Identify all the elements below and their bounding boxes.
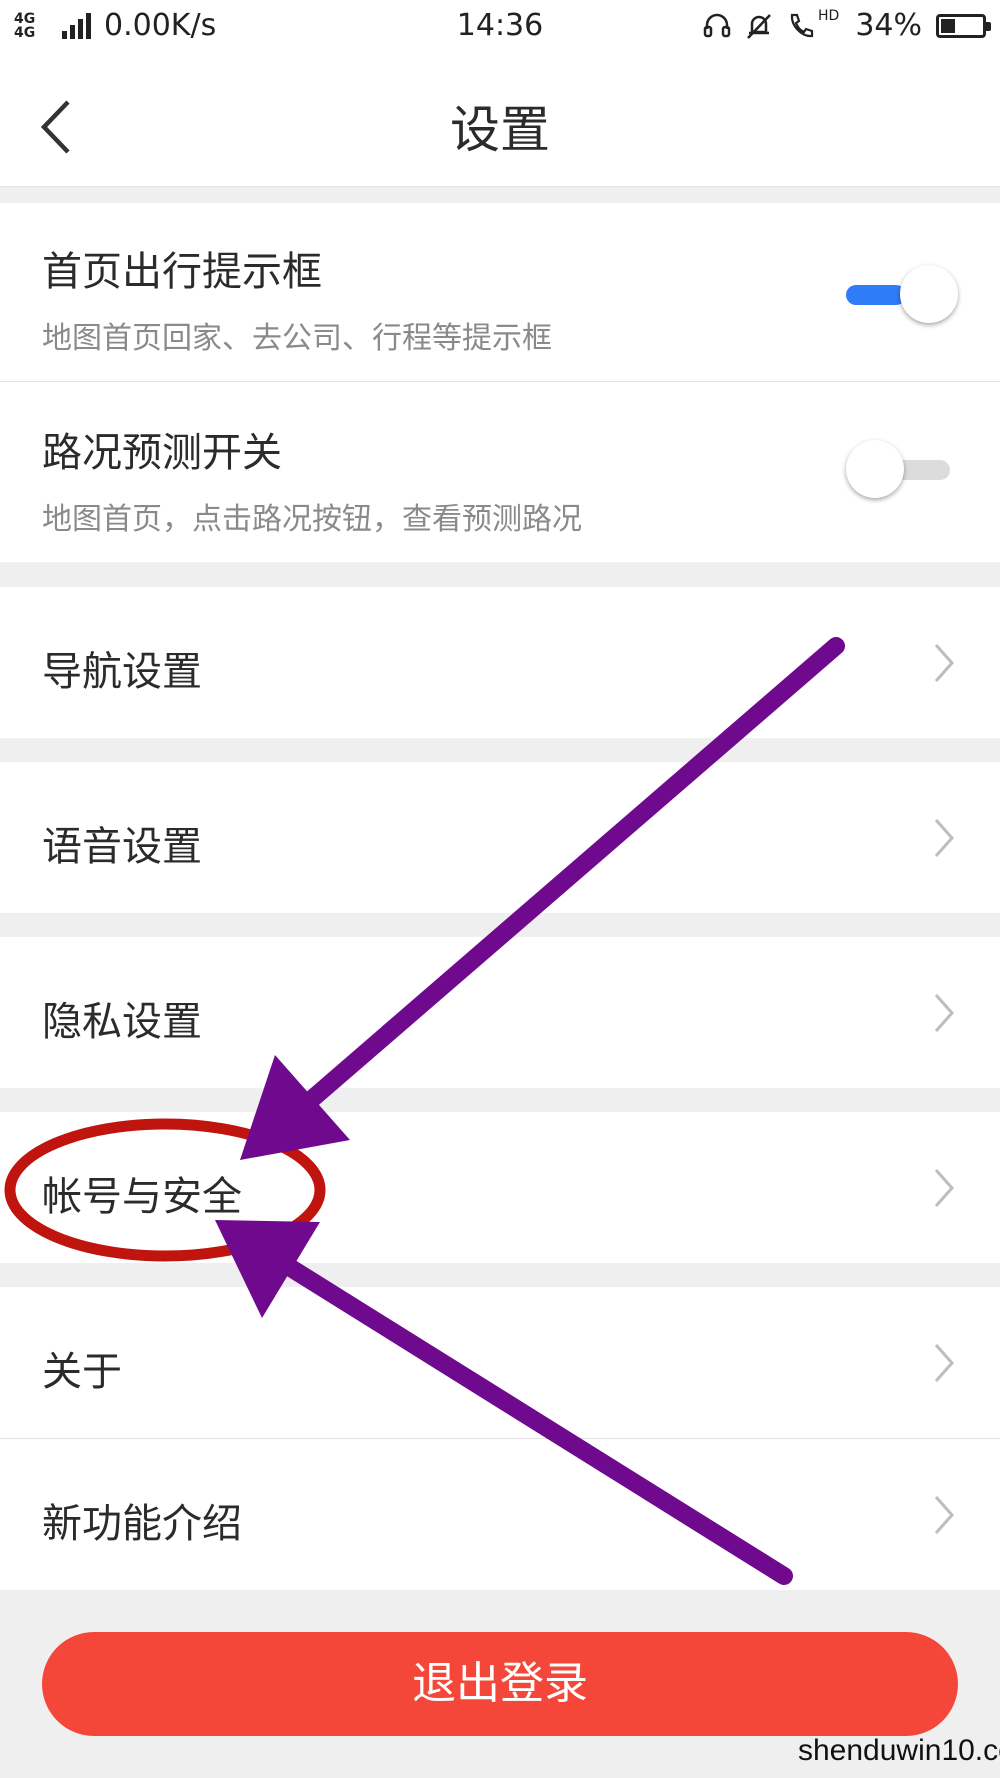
home-tips-toggle[interactable] bbox=[846, 263, 958, 327]
battery-fill bbox=[941, 18, 955, 33]
chevron-right-icon bbox=[934, 819, 955, 857]
toggle-track bbox=[846, 285, 906, 305]
menu-item-navigation[interactable]: 导航设置 bbox=[0, 587, 1000, 738]
setting-title: 首页出行提示框 bbox=[42, 249, 322, 295]
menu-item-privacy[interactable]: 隐私设置 bbox=[0, 937, 1000, 1088]
toggle-knob bbox=[846, 440, 904, 498]
menu-item-voice[interactable]: 语音设置 bbox=[0, 762, 1000, 913]
traffic-prediction-toggle[interactable] bbox=[846, 438, 958, 502]
chevron-right-icon bbox=[934, 1344, 955, 1382]
hd-call-icon bbox=[790, 13, 814, 37]
setting-title: 路况预测开关 bbox=[42, 430, 282, 476]
watermark: shenduwin10.com bbox=[798, 1734, 1000, 1767]
battery-icon bbox=[936, 13, 991, 38]
status-bar: 4G 4G 0.00K/s 14:36 HD 34% bbox=[0, 0, 1000, 52]
logout-button[interactable]: 退出登录 bbox=[42, 1632, 958, 1736]
muted-bell-icon bbox=[747, 13, 771, 39]
chevron-right-icon bbox=[934, 1496, 955, 1534]
header-bar: 设置 bbox=[0, 52, 1000, 187]
chevron-right-icon bbox=[934, 1169, 955, 1207]
chevron-right-icon bbox=[934, 994, 955, 1032]
menu-item-label: 新功能介绍 bbox=[42, 1501, 242, 1547]
page-title: 设置 bbox=[450, 101, 550, 159]
headset-icon bbox=[703, 13, 731, 37]
toggle-knob bbox=[900, 265, 958, 323]
setting-row-home-tips: 首页出行提示框 地图首页回家、去公司、行程等提示框 bbox=[0, 203, 1000, 381]
battery-percent: 34% bbox=[855, 8, 922, 43]
menu-item-about[interactable]: 关于 bbox=[0, 1287, 1000, 1438]
menu-item-label: 语音设置 bbox=[42, 824, 202, 870]
setting-subtitle: 地图首页回家、去公司、行程等提示框 bbox=[42, 321, 552, 356]
menu-item-label: 关于 bbox=[42, 1349, 122, 1395]
chevron-right-icon bbox=[934, 644, 955, 682]
hd-label: HD bbox=[818, 8, 840, 24]
menu-item-label: 隐私设置 bbox=[42, 999, 202, 1045]
setting-subtitle: 地图首页，点击路况按钮，查看预测路况 bbox=[42, 502, 582, 537]
status-right: HD 34% bbox=[702, 8, 991, 43]
menu-item-label: 导航设置 bbox=[42, 649, 202, 695]
setting-row-traffic-prediction: 路况预测开关 地图首页，点击路况按钮，查看预测路况 bbox=[0, 382, 1000, 562]
menu-item-label: 帐号与安全 bbox=[42, 1174, 242, 1220]
menu-item-new-features[interactable]: 新功能介绍 bbox=[0, 1439, 1000, 1590]
menu-item-account-security[interactable]: 帐号与安全 bbox=[0, 1112, 1000, 1263]
